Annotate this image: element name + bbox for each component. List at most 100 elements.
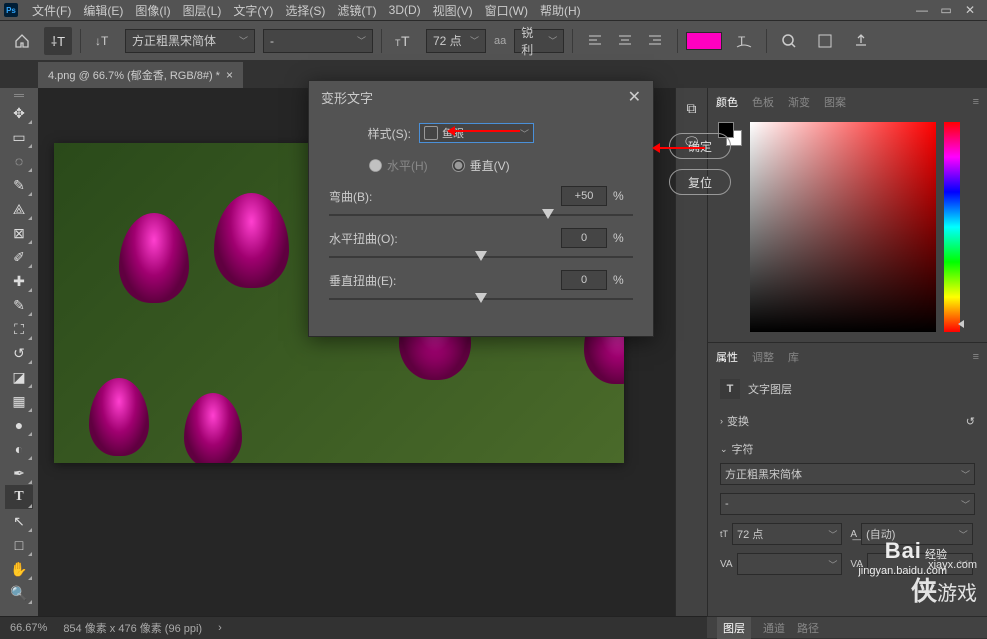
menu-layer[interactable]: 图层(L)	[177, 2, 228, 19]
vdist-slider[interactable]	[329, 298, 633, 300]
menu-filter[interactable]: 滤镜(T)	[331, 2, 382, 19]
healing-tool[interactable]: ✚	[5, 269, 33, 293]
panel-menu-icon[interactable]: ≡	[973, 351, 979, 363]
pen-tool[interactable]: ✒	[5, 461, 33, 485]
panel-menu-icon[interactable]: ≡	[973, 96, 979, 108]
panel-icon-1[interactable]: ⧉	[678, 96, 706, 120]
menu-help[interactable]: 帮助(H)	[534, 2, 587, 19]
export-icon[interactable]	[847, 27, 875, 55]
menu-3d[interactable]: 3D(D)	[383, 3, 427, 17]
tab-libraries[interactable]: 库	[788, 349, 799, 365]
tab-channels[interactable]: 通道	[763, 620, 785, 636]
tab-adjustments[interactable]: 调整	[752, 349, 774, 365]
bend-slider[interactable]	[329, 214, 633, 216]
tab-layers[interactable]: 图层	[717, 617, 751, 639]
chevron-down-icon: ﹀	[357, 34, 366, 47]
bend-input[interactable]	[561, 186, 607, 206]
dodge-tool[interactable]: ◐	[5, 437, 33, 461]
prop-style-dropdown[interactable]: -﹀	[720, 493, 975, 515]
gradient-tool[interactable]: ▦	[5, 389, 33, 413]
hand-tool[interactable]: ✋	[5, 557, 33, 581]
warp-style-dropdown[interactable]: 鱼眼 ﹀	[419, 123, 534, 143]
font-style-dropdown[interactable]: -﹀	[263, 29, 373, 53]
quickshare-icon[interactable]	[811, 27, 839, 55]
character-accordion[interactable]: ⌄字符	[720, 435, 975, 463]
vdist-input[interactable]	[561, 270, 607, 290]
zoom-tool[interactable]: 🔍	[5, 581, 33, 605]
menu-edit[interactable]: 编辑(E)	[77, 2, 129, 19]
menu-view[interactable]: 视图(V)	[427, 2, 479, 19]
reset-button[interactable]: 复位	[669, 169, 731, 195]
close-icon[interactable]: ×	[226, 68, 233, 82]
horizontal-label: 水平(H)	[387, 157, 428, 174]
hdist-input[interactable]	[561, 228, 607, 248]
menu-window[interactable]: 窗口(W)	[479, 2, 534, 19]
hue-slider[interactable]	[944, 122, 960, 332]
close-icon[interactable]: ✕	[628, 87, 641, 107]
warp-text-icon[interactable]: T	[730, 27, 758, 55]
tab-swatches[interactable]: 色板	[752, 94, 774, 110]
stamp-tool[interactable]: ⛶	[5, 317, 33, 341]
leading-icon: A͟	[850, 529, 857, 540]
path-select-tool[interactable]: ↖	[5, 509, 33, 533]
tab-paths[interactable]: 路径	[797, 620, 819, 636]
hdist-slider[interactable]	[329, 256, 633, 258]
menu-select[interactable]: 选择(S)	[279, 2, 331, 19]
zoom-level[interactable]: 66.67%	[10, 622, 47, 634]
prop-size-dropdown[interactable]: 72 点﹀	[732, 523, 842, 545]
transform-accordion[interactable]: ›变换↺	[720, 407, 975, 435]
ok-button[interactable]: 确定	[669, 133, 731, 159]
shape-tool[interactable]: □	[5, 533, 33, 557]
brush-tool[interactable]: ✎	[5, 293, 33, 317]
tab-properties[interactable]: 属性	[716, 349, 738, 365]
menu-file[interactable]: 文件(F)	[26, 2, 77, 19]
text-color-swatch[interactable]	[686, 32, 722, 50]
blur-tool[interactable]: ●	[5, 413, 33, 437]
chevron-right-icon[interactable]: ›	[218, 622, 222, 634]
vertical-radio[interactable]: 垂直(V)	[452, 157, 510, 174]
tab-patterns[interactable]: 图案	[824, 94, 846, 110]
font-family-dropdown[interactable]: 方正粗黑宋简体﹀	[125, 29, 255, 53]
chevron-down-icon: ﹀	[239, 34, 248, 47]
menu-image[interactable]: 图像(I)	[129, 2, 176, 19]
font-size-dropdown[interactable]: 72 点﹀	[426, 29, 486, 53]
document-tab[interactable]: 4.png @ 66.7% (郁金香, RGB/8#) * ×	[38, 62, 243, 88]
toolbox-grip[interactable]	[14, 94, 24, 99]
close-window-button[interactable]: ✕	[963, 3, 977, 17]
align-left-icon[interactable]	[581, 27, 609, 55]
antialias-dropdown[interactable]: 锐利﹀	[514, 29, 564, 53]
align-right-icon[interactable]	[641, 27, 669, 55]
slider-thumb[interactable]	[475, 251, 487, 261]
antialias-value: 锐利	[521, 24, 544, 58]
tab-gradients[interactable]: 渐变	[788, 94, 810, 110]
home-icon[interactable]	[8, 27, 36, 55]
eraser-tool[interactable]: ◪	[5, 365, 33, 389]
text-orientation-icon[interactable]: ↓T	[89, 27, 117, 55]
marquee-tool[interactable]: ▭	[5, 125, 33, 149]
align-center-icon[interactable]	[611, 27, 639, 55]
move-tool[interactable]: ✥	[5, 101, 33, 125]
document-info[interactable]: 854 像素 x 476 像素 (96 ppi)	[63, 620, 202, 636]
lasso-tool[interactable]: ◌	[5, 149, 33, 173]
color-panel-tabs: 颜色 色板 渐变 图案 ≡	[708, 88, 987, 116]
tab-color[interactable]: 颜色	[716, 94, 738, 110]
hue-thumb[interactable]	[958, 320, 964, 328]
prop-font-dropdown[interactable]: 方正粗黑宋简体﹀	[720, 463, 975, 485]
history-brush-tool[interactable]: ↺	[5, 341, 33, 365]
maximize-button[interactable]: ▭	[939, 3, 953, 17]
dialog-titlebar[interactable]: 变形文字 ✕	[309, 81, 653, 113]
eyedropper-tool[interactable]: ✐	[5, 245, 33, 269]
quick-select-tool[interactable]: ✎	[5, 173, 33, 197]
menu-type[interactable]: 文字(Y)	[227, 2, 279, 19]
crop-tool[interactable]: ⟁	[5, 197, 33, 221]
color-picker[interactable]	[750, 122, 936, 332]
search-icon[interactable]	[775, 27, 803, 55]
frame-tool[interactable]: ⊠	[5, 221, 33, 245]
tool-preset-icon[interactable]: ⸸T	[44, 27, 72, 55]
slider-thumb[interactable]	[475, 293, 487, 303]
minimize-button[interactable]: —	[915, 3, 929, 17]
prop-tracking-dropdown[interactable]: ﹀	[737, 553, 843, 575]
reset-icon[interactable]: ↺	[966, 415, 975, 428]
type-tool[interactable]: T	[5, 485, 33, 509]
slider-thumb[interactable]	[542, 209, 554, 219]
